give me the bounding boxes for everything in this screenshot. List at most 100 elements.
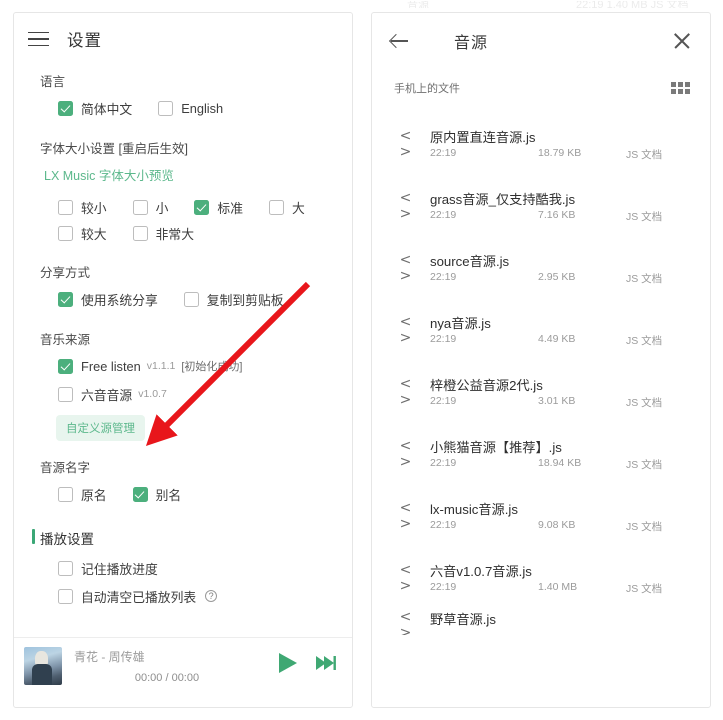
file-list-item-partial[interactable]: < > 野草音源.js <box>372 609 710 635</box>
file-size: 9.08 KB <box>538 518 576 531</box>
source-picker-location-bar: 手机上的文件 <box>372 69 710 107</box>
checkbox-label: 大 <box>291 200 305 216</box>
custom-source-manage-button[interactable]: 自定义源管理 <box>56 415 145 441</box>
source-picker-title: 音源 <box>454 35 489 52</box>
checkbox-icon[interactable] <box>58 386 73 402</box>
checkbox-label: 自动清空已播放列表 <box>81 589 197 605</box>
page-title: 设置 <box>67 32 102 50</box>
file-time: 22:19 <box>430 518 457 531</box>
checkbox-item-liuyin-source[interactable]: 六音音源 v1.0.7 <box>58 385 167 404</box>
checkbox-icon[interactable] <box>58 486 73 502</box>
checkbox-label: English <box>181 100 224 116</box>
close-icon[interactable] <box>672 31 692 51</box>
checkbox-item-free-listen[interactable]: Free listen v1.1.1 [初始化成功] <box>58 358 242 374</box>
file-name: nya音源.js <box>430 315 491 331</box>
settings-header: 设置 <box>14 13 352 57</box>
checkbox-item-original-name[interactable]: 原名 <box>58 485 107 504</box>
file-info: 六音v1.0.7音源.js 22:19 1.40 MB JS 文档 <box>430 561 692 596</box>
checkbox-item-alias-name[interactable]: 别名 <box>132 485 181 504</box>
file-info: 梓橙公益音源2代.js 22:19 3.01 KB JS 文档 <box>430 375 692 410</box>
file-time: 22:19 <box>430 580 457 593</box>
checkbox-icon[interactable] <box>58 588 73 604</box>
file-name: 六音v1.0.7音源.js <box>430 563 532 579</box>
file-info: grass音源_仅支持酷我.js 22:19 7.16 KB JS 文档 <box>430 189 692 224</box>
settings-panel: 设置 语言 简体中文 English 字体大小设置 [重启后生效] LX Mus… <box>13 12 353 708</box>
file-name: 原内置直连音源.js <box>430 129 536 145</box>
next-track-icon[interactable] <box>314 651 338 680</box>
checkbox-item-system-share[interactable]: 使用系统分享 <box>58 290 158 309</box>
file-name: grass音源_仅支持酷我.js <box>430 191 576 207</box>
checkbox-icon[interactable] <box>158 100 174 116</box>
checkbox-item-auto-clear-played-list[interactable]: 自动清空已播放列表 ? <box>58 587 218 606</box>
source-status-note: [初始化成功] <box>181 361 243 373</box>
playback-row-remember-progress: 记住播放进度 <box>58 554 352 582</box>
checkbox-icon[interactable] <box>58 225 73 241</box>
checkbox-icon[interactable] <box>183 291 199 307</box>
checkbox-icon[interactable] <box>268 199 284 215</box>
music-source-row-free-listen: Free listen v1.1.1 [初始化成功] <box>58 352 352 380</box>
checkbox-item-larger[interactable]: 较大 <box>58 224 107 243</box>
now-playing-title: 青花 - 周传雄 <box>74 649 145 664</box>
checkbox-icon[interactable] <box>58 100 73 116</box>
partial-row-left-text: 音源 <box>407 1 429 8</box>
help-icon[interactable]: ? <box>205 590 218 602</box>
file-size: 1.40 MB <box>538 580 578 593</box>
hamburger-icon[interactable] <box>28 31 49 47</box>
language-options-row: 简体中文 English <box>58 94 352 122</box>
file-list-item[interactable]: < > nya音源.js 22:19 4.49 KB JS 文档 <box>372 299 710 361</box>
file-list-item[interactable]: < > 梓橙公益音源2代.js 22:19 3.01 KB JS 文档 <box>372 361 710 423</box>
file-list-item[interactable]: < > 小熊猫音源【推荐】.js 22:19 18.94 KB JS 文档 <box>372 423 710 485</box>
checkbox-icon[interactable] <box>194 199 210 215</box>
file-list: < > 原内置直连音源.js 22:19 18.79 KB JS 文档 < > … <box>372 107 710 635</box>
file-type: JS 文档 <box>626 148 663 161</box>
grid-view-icon[interactable] <box>671 82 690 94</box>
checkbox-icon[interactable] <box>132 225 148 241</box>
back-arrow-icon[interactable] <box>388 30 410 52</box>
avatar[interactable] <box>24 646 62 685</box>
file-list-item[interactable]: < > 原内置直连音源.js 22:19 18.79 KB JS 文档 <box>372 113 710 175</box>
file-time: 22:19 <box>430 456 457 469</box>
file-list-item[interactable]: < > grass音源_仅支持酷我.js 22:19 7.16 KB JS 文档 <box>372 175 710 237</box>
file-type: JS 文档 <box>626 210 663 223</box>
checkbox-icon[interactable] <box>58 291 73 307</box>
breadcrumb: 手机上的文件 <box>394 83 460 95</box>
file-size: 7.16 KB <box>538 208 576 221</box>
file-info: source音源.js 22:19 2.95 KB JS 文档 <box>430 251 692 286</box>
checkbox-item-very-large[interactable]: 非常大 <box>132 224 194 243</box>
checkbox-item-english[interactable]: English <box>158 100 224 116</box>
checkbox-item-remember-progress[interactable]: 记住播放进度 <box>58 559 158 578</box>
checkbox-icon[interactable] <box>58 199 73 215</box>
file-list-item[interactable]: < > 六音v1.0.7音源.js 22:19 1.40 MB JS 文档 <box>372 547 710 609</box>
code-file-icon: < > <box>399 314 413 346</box>
file-info: lx-music音源.js 22:19 9.08 KB JS 文档 <box>430 499 692 534</box>
file-type: JS 文档 <box>626 520 663 533</box>
checkbox-item-simplified-chinese[interactable]: 简体中文 <box>58 99 132 118</box>
code-file-icon: < > <box>399 252 413 284</box>
file-info: nya音源.js 22:19 4.49 KB JS 文档 <box>430 313 692 348</box>
checkbox-icon[interactable] <box>132 199 148 215</box>
checkbox-icon[interactable] <box>58 358 73 374</box>
checkbox-label: 记住播放进度 <box>81 561 158 577</box>
player-track-info: 青花 - 周传雄 00:00 / 00:00 <box>74 648 260 684</box>
checkbox-label: Free listen <box>81 358 141 374</box>
checkbox-label: 复制到剪贴板 <box>206 292 284 308</box>
file-name: 野草音源.js <box>430 612 496 627</box>
file-list-item[interactable]: < > lx-music音源.js 22:19 9.08 KB JS 文档 <box>372 485 710 547</box>
file-meta: 22:19 2.95 KB JS 文档 <box>430 271 692 286</box>
play-icon[interactable] <box>274 650 300 681</box>
checkbox-item-standard[interactable]: 标准 <box>194 198 243 217</box>
checkbox-icon[interactable] <box>58 560 73 576</box>
partial-row-above: 音源 22:19 1.40 MB JS 文档 <box>371 1 711 8</box>
checkbox-item-smaller[interactable]: 较小 <box>58 198 107 217</box>
checkbox-label: 六音音源 <box>81 387 133 403</box>
checkbox-item-large[interactable]: 大 <box>268 198 305 217</box>
checkbox-item-copy-clipboard[interactable]: 复制到剪贴板 <box>183 290 284 309</box>
file-meta: 22:19 7.16 KB JS 文档 <box>430 209 692 224</box>
checkbox-label: 较小 <box>81 200 107 216</box>
file-time: 22:19 <box>430 332 457 345</box>
font-size-options-row-1: 较小 小 标准 大 <box>58 194 352 220</box>
file-list-item[interactable]: < > source音源.js 22:19 2.95 KB JS 文档 <box>372 237 710 299</box>
section-label-font-size: 字体大小设置 [重启后生效] <box>40 142 188 156</box>
checkbox-icon[interactable] <box>132 486 148 502</box>
checkbox-item-small[interactable]: 小 <box>132 198 168 217</box>
